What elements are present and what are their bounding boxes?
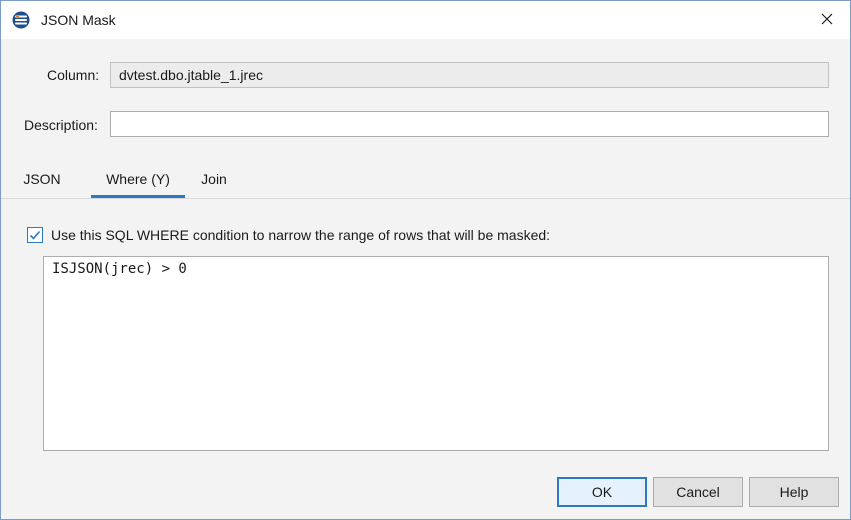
close-button[interactable]	[804, 1, 850, 39]
help-button[interactable]: Help	[749, 477, 839, 507]
window-title: JSON Mask	[41, 12, 116, 28]
description-input[interactable]	[110, 111, 829, 137]
ok-button[interactable]: OK	[557, 477, 647, 507]
tab-where[interactable]: Where (Y)	[91, 161, 185, 198]
tab-join[interactable]: Join	[193, 161, 235, 197]
where-condition-checkbox[interactable]	[27, 227, 43, 243]
where-condition-option: Use this SQL WHERE condition to narrow t…	[27, 227, 550, 243]
json-mask-dialog: JSON Mask Column: dvtest.dbo.jtable_1.jr…	[0, 0, 851, 520]
database-icon	[12, 11, 30, 29]
cancel-button[interactable]: Cancel	[653, 477, 743, 507]
close-icon	[821, 12, 833, 28]
column-label: Column:	[47, 67, 100, 83]
sql-where-editor[interactable]: ISJSON(jrec) > 0	[43, 256, 829, 451]
description-label: Description:	[24, 117, 98, 133]
checkmark-icon	[29, 230, 41, 240]
column-field: dvtest.dbo.jtable_1.jrec	[110, 62, 829, 88]
title-bar[interactable]: JSON Mask	[1, 1, 850, 39]
tab-json[interactable]: JSON	[16, 161, 68, 197]
tab-bar: JSON Where (Y) Join	[1, 161, 850, 199]
where-condition-label: Use this SQL WHERE condition to narrow t…	[51, 227, 551, 243]
